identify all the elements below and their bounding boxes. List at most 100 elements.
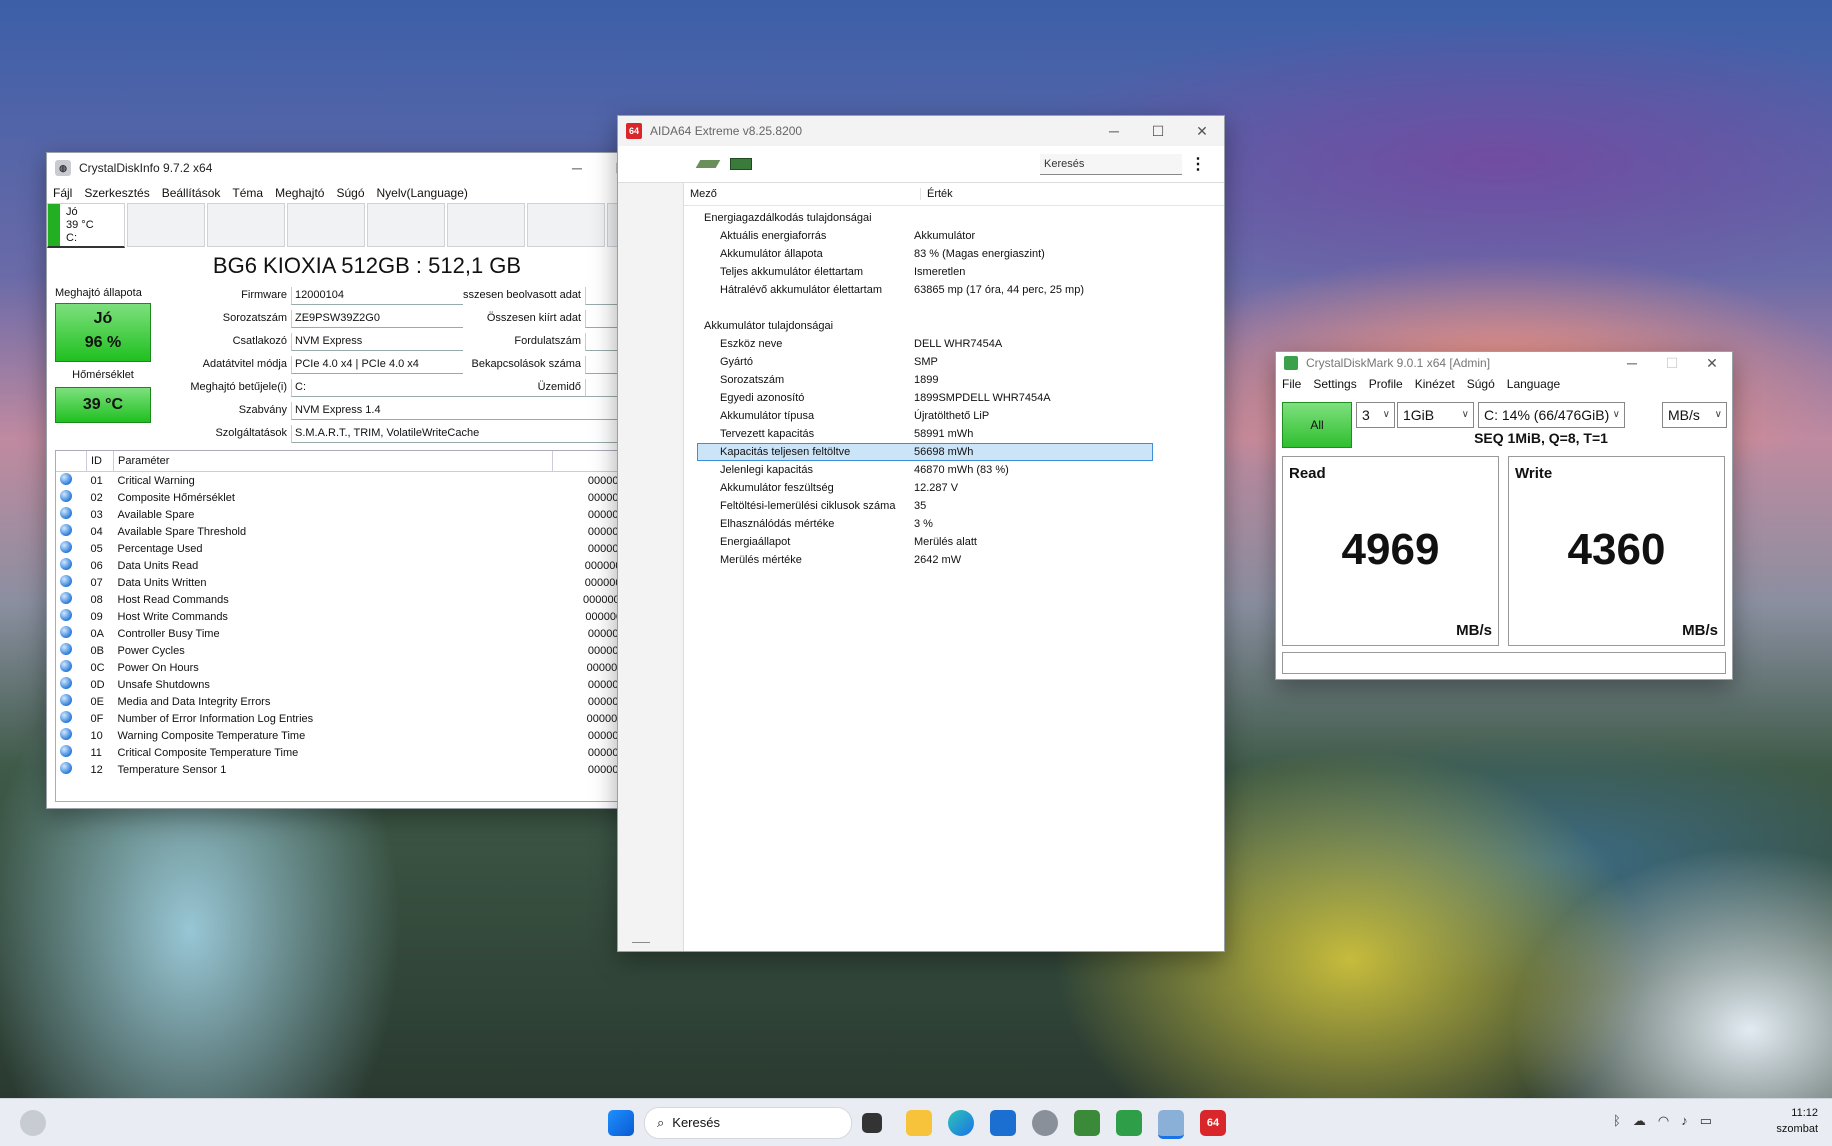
table-row[interactable]: 0CPower On Hours000000000002A3 xyxy=(56,659,678,676)
maximize-button[interactable]: ☐ xyxy=(1136,116,1180,146)
table-row[interactable]: 0DUnsafe Shutdowns00000000000024 xyxy=(56,676,678,693)
minimize-button[interactable]: ─ xyxy=(1612,352,1652,374)
menu-settings[interactable]: Settings xyxy=(1313,377,1356,391)
selected-row[interactable]: Kapacitás teljesen feltöltve 56698 mWh xyxy=(697,443,1153,461)
property-row[interactable]: Egyedi azonosító 1899SMPDELL WHR7454A xyxy=(684,389,1224,407)
table-row[interactable]: 08Host Read Commands0000000AB45EB8 xyxy=(56,591,678,608)
menu-profile[interactable]: Profile xyxy=(1369,377,1403,391)
cdm-titlebar[interactable]: CrystalDiskMark 9.0.1 x64 [Admin] ─ ☐ ✕ xyxy=(1276,352,1732,374)
table-row[interactable]: 02Composite Hőmérséklet00000000000138 xyxy=(56,489,678,506)
menu-drive[interactable]: Meghajtó xyxy=(275,186,324,200)
id-column-header[interactable]: ID xyxy=(86,451,114,472)
table-row[interactable]: 0EMedia and Data Integrity Errors0000000… xyxy=(56,693,678,710)
disk-tab-status: Jó xyxy=(66,206,78,218)
pane-splitter-handle[interactable] xyxy=(632,942,650,943)
property-row[interactable]: Akkumulátor állapota 83 % (Magas energias… xyxy=(684,245,1224,263)
clock[interactable]: 11:12 szombat xyxy=(1776,1105,1818,1137)
table-row[interactable]: 05Percentage Used00000000000004 xyxy=(56,540,678,557)
property-row[interactable]: Aktuális energiaforrás Akkumulátor xyxy=(684,227,1224,245)
table-row[interactable]: 09Host Write Commands0000001425E6E2 xyxy=(56,608,678,625)
menu-settings[interactable]: Beállítások xyxy=(162,186,221,200)
wifi-icon[interactable]: ◠ xyxy=(1658,1113,1669,1129)
disk-model-title: BG6 KIOXIA 512GB : 512,1 GB xyxy=(212,253,522,278)
property-row[interactable]: Jelenlegi kapacitás 46870 mWh (83 %) xyxy=(684,461,1224,479)
property-row[interactable]: Sorozatszám 1899 xyxy=(684,371,1224,389)
menu-file[interactable]: File xyxy=(1282,377,1301,391)
drive-select[interactable]: C: 14% (66/476GiB) ∨ xyxy=(1478,402,1625,428)
close-button[interactable]: ✕ xyxy=(1180,116,1224,146)
chip-icon[interactable] xyxy=(695,160,721,168)
minimize-button[interactable]: ─ xyxy=(555,153,599,183)
settings-gear-icon[interactable] xyxy=(1032,1110,1058,1136)
unit-select[interactable]: MB/s ∨ xyxy=(1662,402,1727,428)
taskbar-search[interactable]: ⌕ Keresés xyxy=(644,1107,852,1139)
crystaldiskinfo-taskbar-icon[interactable] xyxy=(1158,1110,1184,1139)
table-row[interactable]: 07Data Units Written0000000133DE21 xyxy=(56,574,678,591)
property-row[interactable]: Hátralévő akkumulátor élettartam 63865 mp… xyxy=(684,281,1224,299)
minimize-button[interactable]: ─ xyxy=(1092,116,1136,146)
menu-help[interactable]: Súgó xyxy=(336,186,364,200)
memory-icon[interactable] xyxy=(730,158,752,170)
close-button[interactable]: ✕ xyxy=(1692,352,1732,374)
maximize-button[interactable]: ☐ xyxy=(1652,352,1692,374)
property-row[interactable]: Akkumulátor típusa Újratölthető LiP xyxy=(684,407,1224,425)
menu-language[interactable]: Nyelv(Language) xyxy=(377,186,468,200)
test-count-select[interactable]: 3 ∨ xyxy=(1356,402,1395,428)
test-mode-label: SEQ 1MiB, Q=8, T=1 xyxy=(1474,430,1608,446)
parameter-column-header[interactable]: Paraméter xyxy=(113,451,553,472)
run-all-button[interactable]: All xyxy=(1282,402,1352,448)
test-size-select[interactable]: 1GiB ∨ xyxy=(1397,402,1474,428)
menu-edit[interactable]: Szerkesztés xyxy=(84,186,149,200)
table-row[interactable]: 06Data Units Read00000000C430A7 xyxy=(56,557,678,574)
field-column-header[interactable]: Mező xyxy=(684,188,920,200)
crystaldiskmark-taskbar-icon[interactable] xyxy=(1116,1110,1142,1136)
store-icon[interactable] xyxy=(990,1110,1016,1136)
table-row[interactable]: 04Available Spare Threshold0000000000003… xyxy=(56,523,678,540)
table-row[interactable]: 10Warning Composite Temperature Time0000… xyxy=(56,727,678,744)
cdi-titlebar[interactable]: ◍ CrystalDiskInfo 9.7.2 x64 ─ ☐ ✕ xyxy=(47,153,687,183)
table-row[interactable]: 12Temperature Sensor 100000000000138 xyxy=(56,761,678,778)
property-value: Merülés alatt xyxy=(914,536,977,548)
hardware-monitor-icon[interactable] xyxy=(1074,1110,1100,1136)
menu-theme[interactable]: Téma xyxy=(232,186,263,200)
table-row[interactable]: 11Critical Composite Temperature Time000… xyxy=(56,744,678,761)
search-input[interactable]: Keresés xyxy=(1040,154,1182,175)
more-options-icon[interactable]: ⋮ xyxy=(1190,154,1206,174)
menu-view[interactable]: Kinézet xyxy=(1415,377,1455,391)
property-row[interactable]: Teljes akkumulátor élettartam Ismeretlen xyxy=(684,263,1224,281)
table-row[interactable]: 03Available Spare00000000000064 xyxy=(56,506,678,523)
property-row[interactable]: Elhasználódás mértéke 3 % xyxy=(684,515,1224,533)
value-column-header[interactable]: Érték xyxy=(920,188,1161,200)
start-windows-icon[interactable] xyxy=(608,1110,634,1136)
edge-browser-icon[interactable] xyxy=(948,1110,974,1136)
disk-tab-c[interactable]: Jó 39 °C C: xyxy=(47,203,125,248)
cloud-icon[interactable]: ☁ xyxy=(1633,1113,1646,1129)
section-header[interactable]: Akkumulátor tulajdonságai xyxy=(684,317,1224,335)
property-row[interactable]: Energiaállapot Merülés alatt xyxy=(684,533,1224,551)
table-row[interactable]: 0AController Busy Time00000000001425 xyxy=(56,625,678,642)
property-row[interactable]: Feltöltési-lemerülési ciklusok száma 35 xyxy=(684,497,1224,515)
menu-language[interactable]: Language xyxy=(1507,377,1560,391)
menu-help[interactable]: Súgó xyxy=(1467,377,1495,391)
table-row[interactable]: 0F Number of Error Information Log Entrie… xyxy=(56,710,678,727)
table-row[interactable]: 0BPower Cycles00000000000123 xyxy=(56,642,678,659)
bluetooth-icon[interactable]: ᛒ xyxy=(1613,1113,1621,1129)
section-header[interactable]: Energiagazdálkodás tulajdonságai xyxy=(684,209,1224,227)
table-row[interactable]: 01Critical Warning00000000000000 xyxy=(56,472,678,490)
property-row[interactable]: Akkumulátor feszültség 12.287 V xyxy=(684,479,1224,497)
property-row[interactable]: Tervezett kapacitás 58991 mWh xyxy=(684,425,1224,443)
property-row[interactable]: Eszköz neve DELL WHR7454A xyxy=(684,335,1224,353)
file-explorer-icon[interactable] xyxy=(906,1110,932,1136)
task-view-icon[interactable] xyxy=(862,1113,882,1133)
property-row[interactable]: Gyártó SMP xyxy=(684,353,1224,371)
property-row[interactable]: Merülés mértéke 2642 mW xyxy=(684,551,1224,569)
battery-icon[interactable]: ▭ xyxy=(1700,1113,1712,1129)
smart-attribute-table[interactable]: ID Paraméter Nyers érték 01Critical Warn… xyxy=(55,450,679,802)
taskbar-search-text: Keresés xyxy=(672,1115,720,1130)
aida64-taskbar-icon[interactable]: 64 xyxy=(1200,1110,1226,1136)
volume-icon[interactable]: ♪ xyxy=(1681,1113,1688,1129)
aida-navigation-pane[interactable] xyxy=(618,183,684,951)
aida-titlebar[interactable]: 64 AIDA64 Extreme v8.25.8200 ─ ☐ ✕ xyxy=(618,116,1224,146)
widgets-icon[interactable] xyxy=(20,1110,46,1136)
menu-file[interactable]: Fájl xyxy=(53,186,72,200)
